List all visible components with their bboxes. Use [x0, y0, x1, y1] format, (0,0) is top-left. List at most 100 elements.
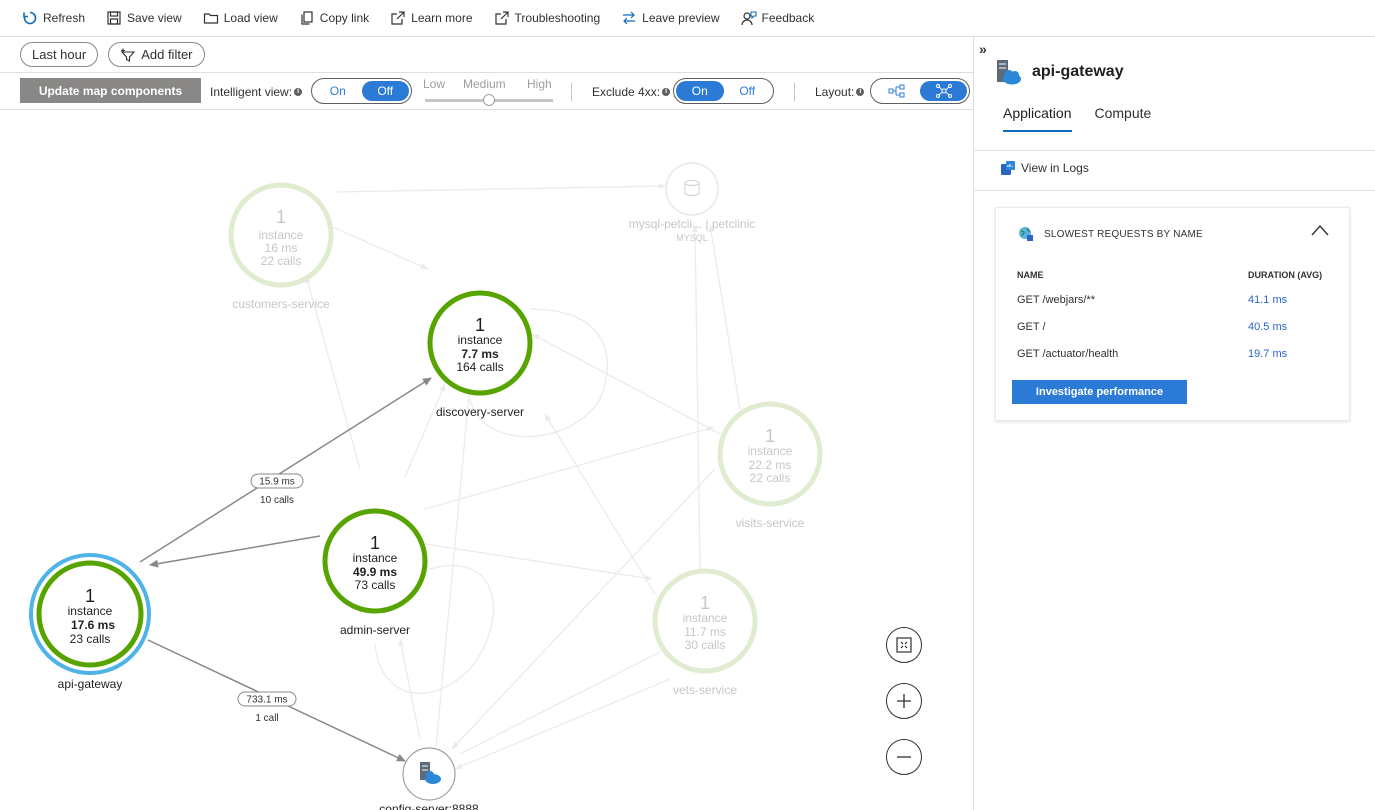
fit-screen-icon: [896, 637, 912, 653]
edge-label-gateway-discovery[interactable]: 15.9 ms 10 calls: [250, 473, 304, 506]
node-vets-service[interactable]: 1 instance 11.7 ms 30 calls vets-service: [652, 568, 758, 697]
request-duration-link[interactable]: 41.1 ms: [1248, 294, 1287, 306]
intelligent-view-off[interactable]: Off: [361, 81, 409, 101]
intelligent-view-on[interactable]: On: [314, 81, 362, 101]
copy-link-button[interactable]: Copy link: [299, 0, 369, 37]
zoom-in-button[interactable]: [886, 683, 922, 719]
node-instance-count: 1: [276, 207, 286, 227]
feedback-button[interactable]: Feedback: [740, 0, 814, 37]
learn-more-link[interactable]: Learn more: [390, 0, 473, 37]
layout-force-option[interactable]: [920, 81, 967, 101]
node-instance-label: instance: [683, 611, 728, 625]
plus-icon: [897, 694, 911, 708]
divider: [974, 150, 1375, 151]
add-filter-icon: [120, 48, 136, 62]
slider-low-label: Low: [423, 77, 446, 91]
investigate-performance-button[interactable]: Investigate performance: [1012, 380, 1187, 404]
exclude-4xx-off[interactable]: Off: [724, 81, 772, 101]
map-controls: Update map components Intelligent view: i…: [0, 73, 973, 109]
application-map-pane: Last hour Add filter Update map componen…: [0, 37, 973, 810]
intelligent-view-text: Intelligent view:: [210, 85, 293, 99]
node-customers-service[interactable]: 1 instance 16 ms 22 calls customers-serv…: [228, 182, 334, 311]
info-icon[interactable]: i: [856, 88, 865, 96]
chevron-up-icon[interactable]: [1311, 224, 1329, 236]
command-bar: Refresh Save view Load view Copy link Le…: [0, 0, 1375, 37]
load-view-button[interactable]: Load view: [203, 0, 278, 37]
node-name: vets-service: [673, 683, 737, 697]
node-calls: 23 calls: [70, 632, 111, 646]
divider: [974, 190, 1375, 191]
intelligent-view-toggle[interactable]: On Off: [311, 78, 412, 104]
node-type: MYSQL: [676, 233, 708, 243]
external-link-icon: [391, 11, 405, 25]
node-duration: 16 ms: [265, 241, 298, 255]
separator: [571, 83, 572, 101]
add-filter-button[interactable]: Add filter: [108, 42, 205, 67]
external-link-icon: [494, 11, 509, 25]
node-name: admin-server: [340, 623, 410, 637]
fit-to-screen-button[interactable]: [886, 627, 922, 663]
node-mysql[interactable]: mysql-petcli... | petclinic MYSQL: [629, 162, 756, 243]
info-icon[interactable]: i: [294, 88, 303, 96]
time-range-label: Last hour: [32, 47, 87, 62]
feedback-icon: [740, 11, 757, 26]
sensitivity-slider-thumb[interactable]: [483, 94, 495, 106]
info-icon[interactable]: i: [662, 88, 671, 96]
add-filter-label: Add filter: [141, 47, 193, 62]
panel-title: api-gateway: [996, 59, 1124, 85]
troubleshooting-link[interactable]: Troubleshooting: [494, 0, 600, 37]
exclude-4xx-label: Exclude 4xx: i: [592, 85, 671, 99]
view-in-logs-button[interactable]: View in Logs: [1000, 160, 1089, 176]
exclude-4xx-on[interactable]: On: [676, 81, 724, 101]
node-duration: 7.7 ms: [461, 347, 499, 361]
tab-application[interactable]: Application: [1003, 105, 1072, 132]
update-map-components-button[interactable]: Update map components: [20, 78, 201, 103]
request-duration-link[interactable]: 40.5 ms: [1248, 321, 1287, 333]
tab-compute[interactable]: Compute: [1095, 105, 1152, 132]
node-api-gateway[interactable]: 1 instance 17.6 ms 23 calls api-gateway: [29, 553, 151, 691]
globe-icon: [1019, 227, 1033, 241]
filter-bar: Last hour Add filter: [20, 42, 215, 67]
edge-label-gateway-config[interactable]: 733.1 ms 1 call: [237, 691, 297, 724]
application-map-canvas[interactable]: 15.9 ms 10 calls 733.1 ms 1 call 1 insta…: [0, 109, 973, 810]
node-discovery-server[interactable]: 1 instance 7.7 ms 164 calls discovery-se…: [427, 290, 533, 419]
refresh-button[interactable]: Refresh: [22, 0, 85, 37]
panel-title-text: api-gateway: [1032, 63, 1124, 80]
node-admin-server[interactable]: 1 instance 49.9 ms 73 calls admin-server: [322, 508, 428, 637]
collapse-panel-icon[interactable]: »: [979, 41, 987, 57]
request-name: GET /: [1017, 321, 1046, 333]
node-instance-count: 1: [700, 593, 710, 613]
node-visits-service[interactable]: 1 instance 22.2 ms 22 calls visits-servi…: [717, 401, 823, 530]
node-name: api-gateway: [58, 677, 123, 691]
layout-hierarchical-option[interactable]: [873, 81, 920, 101]
view-in-logs-label: View in Logs: [1021, 161, 1089, 175]
request-duration-link[interactable]: 19.7 ms: [1248, 348, 1287, 360]
node-duration: 17.6 ms: [71, 618, 115, 632]
save-view-button[interactable]: Save view: [106, 0, 182, 37]
layout-label: Layout: i: [815, 85, 865, 99]
time-range-pill[interactable]: Last hour: [20, 42, 99, 67]
save-view-label: Save view: [127, 11, 182, 25]
node-duration: 11.7 ms: [684, 625, 726, 639]
node-calls: 22 calls: [750, 471, 791, 485]
node-calls: 30 calls: [685, 638, 726, 652]
load-view-label: Load view: [223, 11, 278, 25]
details-panel: » api-gateway Application Compute View i…: [973, 37, 1375, 810]
hierarchy-icon: [888, 84, 904, 98]
column-header-name: NAME: [1017, 270, 1044, 280]
exclude-4xx-toggle[interactable]: On Off: [673, 78, 774, 104]
edge-calls: 1 call: [255, 713, 278, 724]
minus-icon: [897, 756, 911, 758]
layout-toggle[interactable]: [870, 78, 970, 104]
node-config-server[interactable]: config-server:8888 HTTP: [379, 747, 479, 810]
zoom-out-button[interactable]: [886, 739, 922, 775]
leave-preview-button[interactable]: Leave preview: [621, 0, 720, 37]
node-instance-count: 1: [475, 315, 485, 335]
node-instance-label: instance: [353, 551, 398, 565]
node-instance-label: instance: [68, 604, 113, 618]
request-name: GET /actuator/health: [1017, 348, 1119, 360]
refresh-icon: [23, 11, 37, 25]
copy-icon: [301, 11, 313, 25]
slider-high-label: High: [527, 77, 552, 91]
slider-medium-label: Medium: [463, 77, 506, 91]
